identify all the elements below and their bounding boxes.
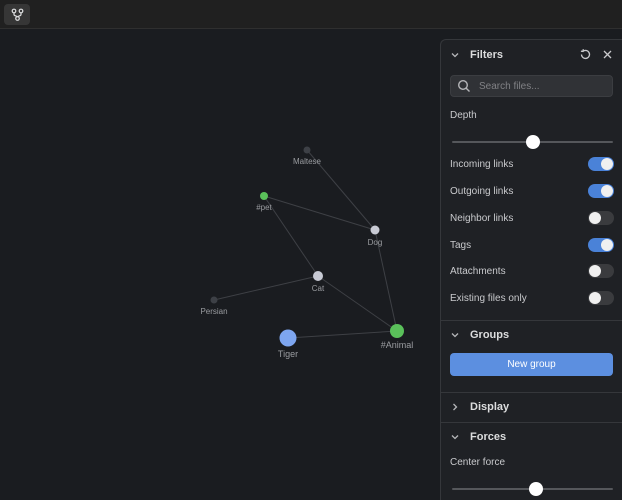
filter-option-toggle[interactable] <box>588 238 614 252</box>
filters-header[interactable]: Filters <box>441 41 622 69</box>
groups-title: Groups <box>470 329 510 341</box>
toggle-knob <box>601 239 613 251</box>
filter-option-toggle[interactable] <box>588 184 614 198</box>
filter-option: Existing files only <box>450 290 614 306</box>
depth-slider[interactable] <box>452 135 613 149</box>
filter-option: Incoming links <box>450 156 614 172</box>
filter-option-label: Outgoing links <box>450 185 514 197</box>
chevron-down-icon <box>451 435 459 440</box>
reset-icon[interactable] <box>579 48 592 61</box>
depth-slider-thumb[interactable] <box>525 135 540 149</box>
center-force-label: Center force <box>450 457 506 468</box>
graph-node-pet[interactable] <box>260 192 268 200</box>
search-icon <box>457 79 470 92</box>
search-input[interactable] <box>479 80 599 92</box>
display-title: Display <box>470 401 510 413</box>
graph-node-label: Tiger <box>278 349 298 359</box>
filter-option-label: Neighbor links <box>450 212 514 224</box>
graph-node-label: Maltese <box>293 157 322 166</box>
toggle-knob <box>589 212 601 224</box>
filter-option-toggle[interactable] <box>588 264 614 278</box>
graph-edge <box>263 195 376 231</box>
toggle-knob <box>589 292 601 304</box>
toggle-knob <box>601 185 613 197</box>
filter-option-toggle[interactable] <box>588 291 614 305</box>
forces-header[interactable]: Forces <box>441 423 622 451</box>
top-toolbar <box>0 0 622 29</box>
toggle-knob <box>589 265 601 277</box>
graph-view-button[interactable] <box>4 4 30 25</box>
filter-option: Outgoing links <box>450 183 614 199</box>
graph-node-animal[interactable] <box>390 324 404 338</box>
toggle-knob <box>601 158 613 170</box>
graph-edge <box>213 275 319 301</box>
graph-node-cat[interactable] <box>313 271 323 281</box>
chevron-down-icon <box>451 53 459 58</box>
graph-edge <box>287 330 398 339</box>
graph-edge <box>263 195 319 277</box>
graph-edge <box>317 275 398 332</box>
filter-option-label: Incoming links <box>450 158 514 170</box>
filter-option-label: Tags <box>450 239 472 251</box>
filter-option: Tags <box>450 237 614 253</box>
graph-node-label: #Animal <box>381 340 414 350</box>
center-force-slider[interactable] <box>452 482 613 496</box>
graph-node-persian[interactable] <box>210 296 218 304</box>
graph-node-label: Cat <box>312 284 325 293</box>
groups-header[interactable]: Groups <box>441 321 622 349</box>
new-group-button[interactable]: New group <box>450 353 613 376</box>
filter-option: Neighbor links <box>450 210 614 226</box>
graph-node-label: Dog <box>368 238 383 247</box>
filters-title: Filters <box>470 49 504 61</box>
graph-icon <box>11 8 23 21</box>
display-header[interactable]: Display <box>441 393 622 421</box>
chevron-down-icon <box>451 333 459 338</box>
depth-label: Depth <box>450 110 477 121</box>
filter-option-toggle[interactable] <box>588 157 614 171</box>
graph-node-dog[interactable] <box>370 225 380 235</box>
filter-option-toggle[interactable] <box>588 211 614 225</box>
chevron-right-icon <box>453 403 458 411</box>
filter-option-label: Attachments <box>450 265 506 277</box>
graph-node-tiger[interactable] <box>279 329 297 347</box>
search-files-field[interactable] <box>450 75 613 97</box>
graph-node-label: Persian <box>200 307 227 316</box>
forces-title: Forces <box>470 431 507 443</box>
filter-option: Attachments <box>450 263 614 279</box>
graph-node-maltese[interactable] <box>303 146 311 154</box>
graph-node-label: #pet <box>256 203 272 212</box>
close-icon[interactable] <box>601 48 614 61</box>
filter-option-label: Existing files only <box>450 292 527 304</box>
graph-settings-panel: Filters Depth Incoming links Outgoing lin… <box>440 39 622 500</box>
center-force-slider-thumb[interactable] <box>528 482 543 496</box>
